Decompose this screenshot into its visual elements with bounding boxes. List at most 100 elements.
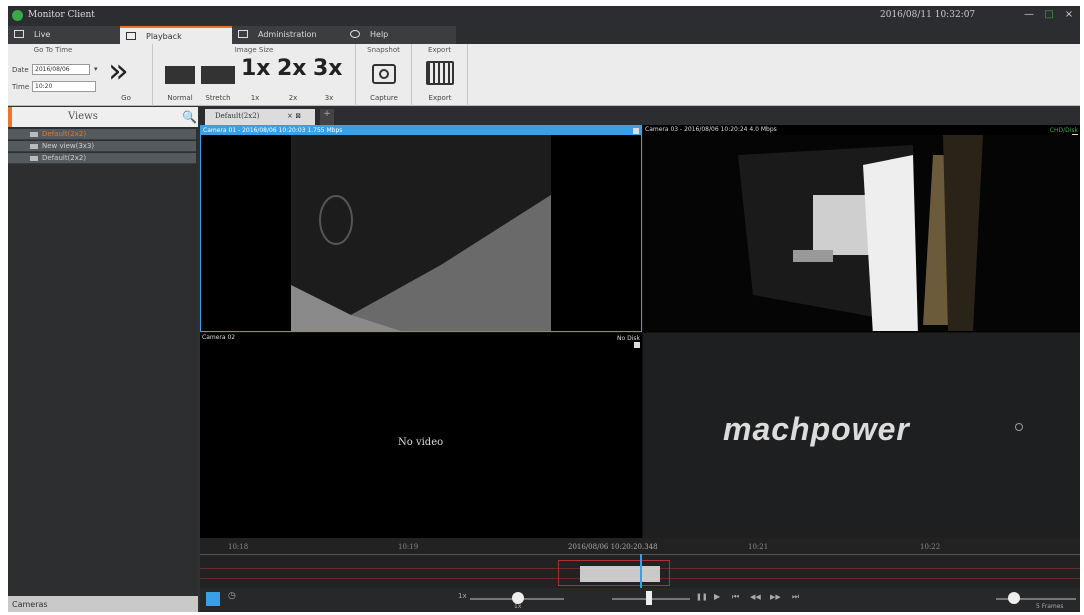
next-button[interactable]: ⏭ <box>792 592 799 602</box>
timeline-tick-label: 10:19 <box>398 543 419 551</box>
view-tab-close-icon[interactable]: × ⊠ <box>287 112 301 120</box>
normal-size-icon[interactable] <box>165 66 195 84</box>
main-tabs: Live Playback Administration Help <box>8 26 1080 44</box>
normal-button[interactable]: Normal <box>163 94 197 102</box>
monitor-client-window: Monitor Client 2016/08/11 10:32:07 — □ ×… <box>8 6 1080 612</box>
ribbon-toolbar: Go To Time Date 2016/08/06 ▾ Time 10:20 … <box>8 44 1080 106</box>
view-item-label: Default(2x2) <box>42 130 87 138</box>
go-to-time-title: Go To Time <box>33 46 73 54</box>
registered-mark-icon <box>1015 423 1023 431</box>
view-grid-icon <box>30 144 38 149</box>
search-icon[interactable]: 🔍 <box>182 110 197 124</box>
pane-record-flag: No Disk <box>617 335 640 342</box>
pane-menu-icon[interactable] <box>634 342 640 348</box>
time-label: Time <box>12 83 30 91</box>
view-item[interactable]: Default(2x2) <box>8 153 196 164</box>
fast-forward-button[interactable]: ▶▶ <box>770 593 781 601</box>
playback-timeline[interactable]: 10:18 10:19 2016/08/06 10:20:20.348 10:2… <box>200 538 1080 588</box>
stretch-button[interactable]: Stretch <box>199 94 237 102</box>
capture-button[interactable]: Capture <box>356 94 412 102</box>
sync-toggle-icon[interactable] <box>206 592 220 606</box>
zoom-3x-icon[interactable]: 3x <box>313 56 343 81</box>
pause-button[interactable]: ❚❚ <box>696 593 708 601</box>
pane-record-flag: CHD/Disk <box>1049 127 1078 134</box>
no-video-text: No video <box>398 437 444 448</box>
film-export-icon[interactable] <box>426 61 454 85</box>
speed-value: 1x <box>514 603 522 610</box>
zoom-2x-button[interactable]: 2x <box>285 94 301 102</box>
timeline-tick-label: 10:22 <box>920 543 941 551</box>
tab-help[interactable]: Help <box>344 26 456 44</box>
close-button[interactable]: × <box>1062 9 1076 20</box>
go-button[interactable]: Go <box>116 94 136 102</box>
views-title: Views <box>68 111 98 122</box>
date-label: Date <box>12 66 29 74</box>
view-item[interactable]: New view(3x3) <box>8 141 196 152</box>
cameras-panel-header[interactable]: Cameras <box>8 596 198 612</box>
recorded-segment[interactable] <box>580 566 660 582</box>
timeline-tick-label: 10:21 <box>748 543 769 551</box>
video-pane-empty[interactable]: machpower <box>643 333 1080 538</box>
add-view-tab-button[interactable]: + <box>320 109 334 125</box>
time-value: 10:20 <box>35 83 53 90</box>
clock-icon[interactable]: ◷ <box>228 591 236 601</box>
zoom-2x-icon[interactable]: 2x <box>277 56 307 81</box>
playback-controls: ◷ 1x 1x ❚❚ ▶ ⏮ ◀◀ ▶▶ ⏭ 5 Frames <box>200 588 1080 612</box>
tab-playback[interactable]: Playback <box>120 26 232 44</box>
video-grid: Camera 01 - 2016/08/06 10:20:03 1.755 Mb… <box>200 125 1080 538</box>
help-icon <box>350 30 360 38</box>
tab-live[interactable]: Live <box>8 26 120 44</box>
play-button[interactable]: ▶ <box>714 592 720 601</box>
date-input[interactable]: 2016/08/06 <box>32 64 90 75</box>
group-go-to-time: Go To Time Date 2016/08/06 ▾ Time 10:20 … <box>8 44 153 106</box>
views-sidebar: Views 🔍 Default(2x2) New view(3x3) Defau… <box>8 107 198 612</box>
position-slider-handle[interactable] <box>646 591 652 605</box>
speed-label: 1x <box>458 592 467 600</box>
view-tab-default[interactable]: Default(2x2) × ⊠ <box>205 109 315 125</box>
camera-03-frame <box>643 135 1080 331</box>
time-input[interactable]: 10:20 <box>32 81 96 92</box>
timeline-cursor[interactable] <box>640 554 642 588</box>
frames-label: 5 Frames <box>1036 603 1064 610</box>
tab-playback-label: Playback <box>146 32 182 41</box>
monitor-icon <box>14 30 24 38</box>
video-pane-camera-02[interactable]: Camera 02 No Disk No video <box>200 333 642 538</box>
video-pane-camera-01[interactable]: Camera 01 - 2016/08/06 10:20:03 1.755 Mb… <box>200 125 642 332</box>
previous-button[interactable]: ⏮ <box>732 592 739 602</box>
export-button[interactable]: Export <box>412 94 468 102</box>
zoom-1x-icon[interactable]: 1x <box>241 56 271 81</box>
view-grid-icon <box>30 132 38 137</box>
timeline-tick-label: 10:18 <box>228 543 249 551</box>
tab-live-label: Live <box>34 30 51 39</box>
camera-01-frame <box>291 135 641 331</box>
go-chevron-icon[interactable]: » <box>108 54 129 88</box>
video-pane-camera-03[interactable]: Camera 03 - 2016/08/06 10:20:24 4.0 Mbps… <box>643 125 1080 332</box>
camera-icon[interactable] <box>372 64 396 84</box>
stretch-size-icon[interactable] <box>201 66 235 84</box>
frame-slider-handle[interactable] <box>1008 592 1020 604</box>
zoom-3x-button[interactable]: 3x <box>321 94 337 102</box>
group-export: Export Export <box>412 44 468 106</box>
view-item-label: Default(2x2) <box>42 154 87 162</box>
clock-datetime: 2016/08/11 10:32:07 <box>880 10 976 20</box>
zoom-1x-button[interactable]: 1x <box>247 94 263 102</box>
tab-administration[interactable]: Administration <box>232 26 344 44</box>
tab-administration-label: Administration <box>258 30 317 39</box>
view-grid-icon <box>30 156 38 161</box>
group-snapshot: Snapshot Capture <box>356 44 412 106</box>
timeline-cursor-label: 2016/08/06 10:20:20.348 <box>568 543 658 551</box>
minimize-button[interactable]: — <box>1022 9 1036 20</box>
image-size-title: Image Size <box>234 46 274 54</box>
date-value: 2016/08/06 <box>35 66 70 73</box>
group-image-size: Image Size 1x 2x 3x Normal Stretch 1x 2x… <box>153 44 356 106</box>
date-dropdown-icon[interactable]: ▾ <box>94 65 98 73</box>
rewind-button[interactable]: ◀◀ <box>750 593 761 601</box>
tab-help-label: Help <box>370 30 389 39</box>
snapshot-title: Snapshot <box>367 46 400 54</box>
view-item-label: New view(3x3) <box>42 142 95 150</box>
pane-menu-icon[interactable] <box>633 128 639 134</box>
maximize-button[interactable]: □ <box>1042 9 1056 20</box>
view-item[interactable]: Default(2x2) <box>8 129 196 140</box>
view-tab-label: Default(2x2) <box>215 112 260 120</box>
pane-caption: Camera 01 - 2016/08/06 10:20:03 1.755 Mb… <box>201 126 641 135</box>
